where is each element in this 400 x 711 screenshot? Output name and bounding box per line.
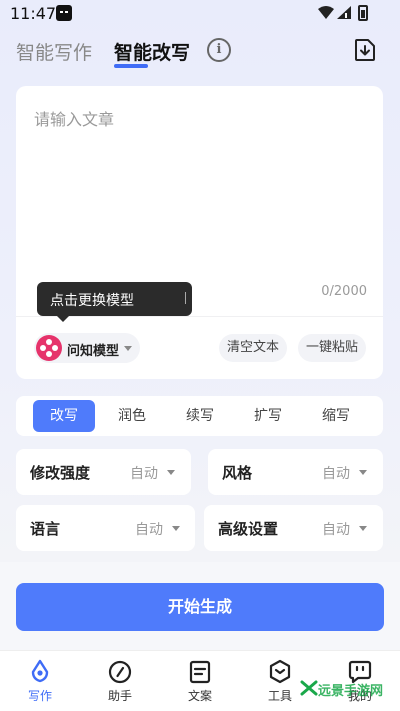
mode-tab-expand[interactable]: 扩写 (237, 400, 299, 432)
setting-value: 自动 (322, 466, 350, 482)
setting-advanced[interactable]: 高级设置 自动 (204, 505, 383, 551)
chevron-down-icon (359, 470, 367, 475)
setting-label: 高级设置 (218, 520, 279, 538)
download-icon[interactable] (354, 38, 376, 62)
mode-tab-polish[interactable]: 润色 (101, 400, 163, 432)
paste-button[interactable]: 一键粘贴 (298, 334, 366, 362)
divider (16, 316, 383, 317)
watermark-logo-icon (300, 680, 318, 696)
setting-language[interactable]: 语言 自动 (16, 505, 195, 551)
nav-item-copywriting[interactable]: 文案 (170, 659, 230, 704)
setting-strength[interactable]: 修改强度 自动 (16, 449, 191, 495)
model-logo-icon (36, 335, 62, 361)
chevron-down-icon (172, 526, 180, 531)
char-count: 0/2000 (321, 284, 367, 299)
mode-tabs: 改写 润色 续写 扩写 缩写 (16, 396, 383, 436)
setting-value: 自动 (130, 466, 158, 482)
compass-icon (108, 660, 132, 684)
document-icon (189, 660, 211, 684)
nav-item-write[interactable]: 写作 (10, 659, 70, 704)
notification-icon (56, 5, 72, 21)
mode-tab-rewrite[interactable]: 改写 (33, 400, 95, 432)
start-generate-button[interactable]: 开始生成 (16, 583, 384, 631)
mode-tab-continue[interactable]: 续写 (169, 400, 231, 432)
pen-nib-icon (31, 659, 49, 683)
model-name: 问知模型 (67, 344, 120, 359)
mode-tab-shorten[interactable]: 缩写 (305, 400, 367, 432)
article-input[interactable] (34, 106, 364, 286)
tooltip-arrow (57, 316, 69, 322)
clear-text-button[interactable]: 清空文本 (219, 334, 287, 362)
model-tooltip: 点击更换模型 ✕ (37, 282, 215, 316)
chevron-down-icon (167, 470, 175, 475)
nav-item-assistant[interactable]: 助手 (90, 659, 150, 704)
model-selector[interactable]: 问知模型 (34, 333, 140, 363)
tab-smart-rewrite[interactable]: 智能改写 (114, 38, 190, 65)
setting-label: 语言 (30, 520, 61, 538)
setting-style[interactable]: 风格 自动 (208, 449, 383, 495)
status-bar: 11:47 (0, 0, 400, 28)
header: 智能写作 智能改写 i (0, 32, 400, 72)
tooltip-separator (185, 292, 186, 304)
nav-label: 助手 (107, 689, 132, 703)
setting-value: 自动 (135, 522, 163, 538)
nav-label: 文案 (187, 689, 212, 703)
setting-label: 风格 (222, 464, 253, 482)
wifi-icon (318, 6, 334, 19)
signal-icon (337, 6, 351, 19)
watermark-text: 远景手游网 (318, 684, 384, 699)
tooltip-text: 点击更换模型 (50, 293, 134, 309)
watermark: 远景手游网 (300, 676, 398, 702)
setting-value: 自动 (322, 522, 350, 538)
active-tab-indicator (114, 64, 148, 68)
battery-icon (358, 5, 368, 21)
nav-label: 写作 (27, 689, 52, 703)
status-time: 11:47 (10, 4, 57, 23)
chevron-down-icon (124, 346, 132, 351)
hexagon-tool-icon (269, 659, 291, 684)
info-icon[interactable]: i (207, 38, 231, 62)
close-icon[interactable]: ✕ (202, 288, 215, 306)
chevron-down-icon (359, 526, 367, 531)
setting-label: 修改强度 (30, 464, 91, 482)
tab-smart-write[interactable]: 智能写作 (16, 38, 92, 65)
